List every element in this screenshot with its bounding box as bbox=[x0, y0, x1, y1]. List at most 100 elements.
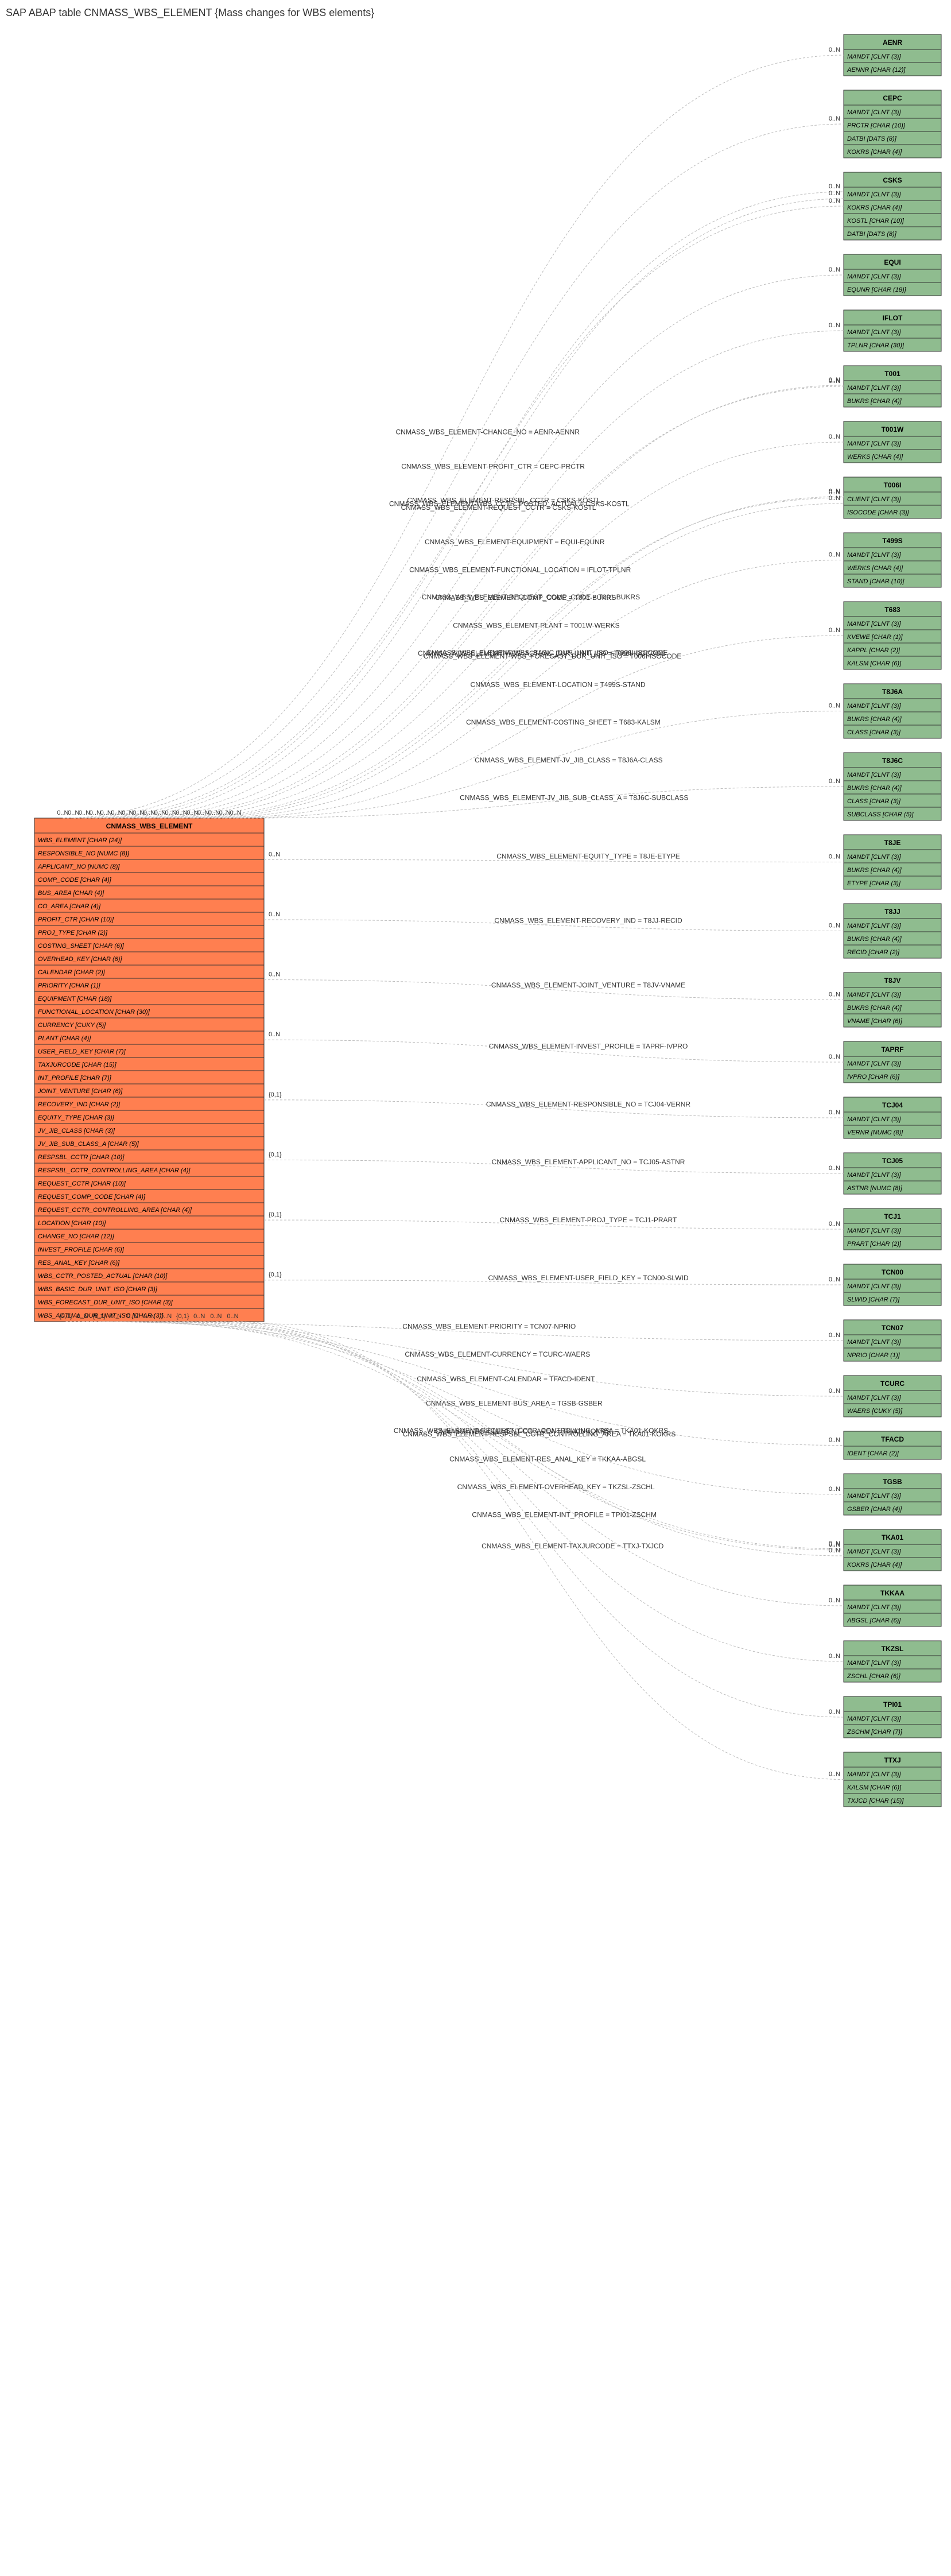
cardinality-left: 0..N bbox=[269, 971, 280, 978]
cardinality-right: 0..N bbox=[829, 183, 840, 190]
relation-edge bbox=[127, 331, 844, 818]
relation-edge bbox=[232, 1322, 844, 1780]
target-table-field: RECID [CHAR (2)] bbox=[847, 949, 900, 956]
target-table: T8J6CMANDT [CLNT (3)]BUKRS [CHAR (4)]CLA… bbox=[844, 753, 941, 820]
main-table-field: PROFIT_CTR [CHAR (10)] bbox=[38, 916, 114, 923]
target-table-field: CLIENT [CLNT (3)] bbox=[847, 496, 901, 503]
target-table-field: MANDT [CLNT (3)] bbox=[847, 703, 901, 710]
cardinality-left: 0..N bbox=[133, 809, 144, 816]
relation-edge bbox=[149, 385, 844, 818]
main-table-field: BUS_AREA [CHAR (4)] bbox=[38, 890, 104, 897]
cardinality-left: 0..N bbox=[269, 1031, 280, 1038]
relation-edge bbox=[138, 386, 844, 818]
cardinality-left: 0..N bbox=[143, 1313, 155, 1320]
target-table: TKZSLMANDT [CLNT (3)]ZSCHL [CHAR (6)] bbox=[844, 1641, 941, 1682]
target-table-field: MANDT [CLNT (3)] bbox=[847, 440, 901, 447]
relation-edge bbox=[214, 636, 844, 818]
target-table: T8JJMANDT [CLNT (3)]BUKRS [CHAR (4)]RECI… bbox=[844, 904, 941, 958]
target-table-field: CLASS [CHAR (3)] bbox=[847, 729, 901, 736]
cardinality-right: 0..N bbox=[829, 923, 840, 929]
relation-label: CNMASS_WBS_ELEMENT-PROJ_TYPE = TCJ1-PRAR… bbox=[500, 1216, 677, 1224]
cardinality-left: 0..N bbox=[127, 1313, 138, 1320]
target-table-field: MANDT [CLNT (3)] bbox=[847, 273, 901, 280]
target-table-field: KOKRS [CHAR (4)] bbox=[847, 204, 902, 211]
relation-label: CNMASS_WBS_ELEMENT-PRIORITY = TCN07-NPRI… bbox=[402, 1323, 576, 1331]
main-table-field: TAXJURCODE [CHAR (15)] bbox=[38, 1062, 117, 1068]
target-table-field: MANDT [CLNT (3)] bbox=[847, 109, 901, 116]
cardinality-left: 0..N bbox=[111, 809, 122, 816]
target-table-field: DATBI [DATS (8)] bbox=[847, 231, 897, 238]
cardinality-right: 0..N bbox=[829, 627, 840, 634]
target-table-name: TAPRF bbox=[881, 1045, 903, 1053]
cardinality-left: 0..N bbox=[197, 809, 209, 816]
target-table-field: ZSCHM [CHAR (7)] bbox=[847, 1729, 903, 1736]
main-table-field: PROJ_TYPE [CHAR (2)] bbox=[38, 929, 108, 936]
relation-label: CNMASS_WBS_ELEMENT-COSTING_SHEET = T683-… bbox=[466, 718, 661, 726]
cardinality-right: 0..N bbox=[829, 1332, 840, 1339]
cardinality-left: 0..N bbox=[165, 809, 177, 816]
relation-edge bbox=[73, 124, 844, 818]
cardinality-right: 0..N bbox=[829, 495, 840, 502]
target-table-field: KOKRS [CHAR (4)] bbox=[847, 1562, 902, 1568]
target-table-field: MANDT [CLNT (3)] bbox=[847, 1604, 901, 1611]
target-table-field: AENNR [CHAR (12)] bbox=[847, 67, 906, 73]
target-table-field: ASTNR [NUMC (8)] bbox=[847, 1185, 903, 1192]
target-table-field: MANDT [CLNT (3)] bbox=[847, 191, 901, 198]
main-table-field: JOINT_VENTURE [CHAR (6)] bbox=[37, 1088, 123, 1095]
target-table-field: MANDT [CLNT (3)] bbox=[847, 1493, 901, 1500]
target-table-field: STAND [CHAR (10)] bbox=[847, 578, 905, 585]
cardinality-left: 0..N bbox=[227, 1313, 238, 1320]
cardinality-right: 0..N bbox=[829, 322, 840, 329]
target-table: T683MANDT [CLNT (3)]KVEWE [CHAR (1)]KAPP… bbox=[844, 602, 941, 669]
relation-edge bbox=[117, 275, 844, 818]
relation-label: CNMASS_WBS_ELEMENT-INT_PROFILE = TPI01-Z… bbox=[472, 1511, 657, 1519]
cardinality-left: 0..N bbox=[176, 809, 187, 816]
main-table-field: OVERHEAD_KEY [CHAR (6)] bbox=[38, 956, 122, 963]
target-table-field: PRCTR [CHAR (10)] bbox=[847, 122, 906, 129]
relation-edge bbox=[116, 1322, 844, 1494]
main-table-field: WBS_BASIC_DUR_UNIT_ISO [CHAR (3)] bbox=[38, 1286, 158, 1293]
target-table-name: CEPC bbox=[883, 94, 902, 102]
target-table-field: MANDT [CLNT (3)] bbox=[847, 1116, 901, 1123]
target-table-field: VNAME [CHAR (6)] bbox=[847, 1018, 903, 1025]
main-table-name: CNMASS_WBS_ELEMENT bbox=[106, 822, 193, 830]
target-table-field: MANDT [CLNT (3)] bbox=[847, 1715, 901, 1722]
target-table-field: NPRIO [CHAR (1)] bbox=[847, 1352, 900, 1359]
relation-label: CNMASS_WBS_ELEMENT-TAXJURCODE = TTXJ-TXJ… bbox=[482, 1542, 664, 1550]
relation-label: CNMASS_WBS_ELEMENT-JOINT_VENTURE = T8JV-… bbox=[491, 981, 685, 989]
target-table-field: MANDT [CLNT (3)] bbox=[847, 53, 901, 60]
target-table-field: MANDT [CLNT (3)] bbox=[847, 552, 901, 559]
cardinality-left: 0..N bbox=[193, 1313, 205, 1320]
main-table-field: WBS_ELEMENT [CHAR (24)] bbox=[38, 837, 122, 844]
cardinality-right: 0..N bbox=[829, 1109, 840, 1116]
main-table-field: REQUEST_COMP_CODE [CHAR (4)] bbox=[38, 1194, 146, 1200]
target-table-field: TPLNR [CHAR (30)] bbox=[847, 342, 905, 349]
cardinality-left: 0..N bbox=[230, 809, 241, 816]
relation-edge bbox=[84, 206, 844, 818]
main-table-field: INVEST_PROFILE [CHAR (6)] bbox=[38, 1246, 125, 1253]
cardinality-left: {0,1} bbox=[269, 1211, 282, 1218]
target-table-field: IVPRO [CHAR (6)] bbox=[847, 1074, 900, 1080]
cardinality-left: 0..N bbox=[110, 1313, 122, 1320]
target-table-name: TCJ05 bbox=[882, 1157, 903, 1165]
cardinality-left: 0..N bbox=[208, 809, 220, 816]
target-table-field: MANDT [CLNT (3)] bbox=[847, 1548, 901, 1555]
target-table-field: ISOCODE [CHAR (3)] bbox=[847, 509, 910, 516]
main-table-field: PLANT [CHAR (4)] bbox=[38, 1035, 91, 1042]
target-table-name: TGSB bbox=[883, 1478, 902, 1486]
cardinality-left: 0..N bbox=[210, 1313, 222, 1320]
target-table: TKA01MANDT [CLNT (3)]KOKRS [CHAR (4)] bbox=[844, 1529, 941, 1571]
target-table: TCJ05MANDT [CLNT (3)]ASTNR [NUMC (8)] bbox=[844, 1153, 941, 1194]
target-table: IFLOTMANDT [CLNT (3)]TPLNR [CHAR (30)] bbox=[844, 310, 941, 351]
target-table: T006ICLIENT [CLNT (3)]ISOCODE [CHAR (3)] bbox=[844, 477, 941, 518]
cardinality-right: 0..N bbox=[829, 552, 840, 559]
relation-label: CNMASS_WBS_ELEMENT-EQUIPMENT = EQUI-EQUN… bbox=[425, 538, 605, 546]
target-table-field: MANDT [CLNT (3)] bbox=[847, 923, 901, 929]
main-table-field: RECOVERY_IND [CHAR (2)] bbox=[38, 1101, 121, 1108]
main-table-field: PRIORITY [CHAR (1)] bbox=[38, 982, 101, 989]
target-table-field: WAERS [CUKY (5)] bbox=[847, 1408, 903, 1415]
target-table-field: BUKRS [CHAR (4)] bbox=[847, 867, 902, 874]
relation-edge bbox=[199, 1322, 844, 1661]
cardinality-right: 0..N bbox=[829, 47, 840, 53]
target-table-field: MANDT [CLNT (3)] bbox=[847, 621, 901, 627]
